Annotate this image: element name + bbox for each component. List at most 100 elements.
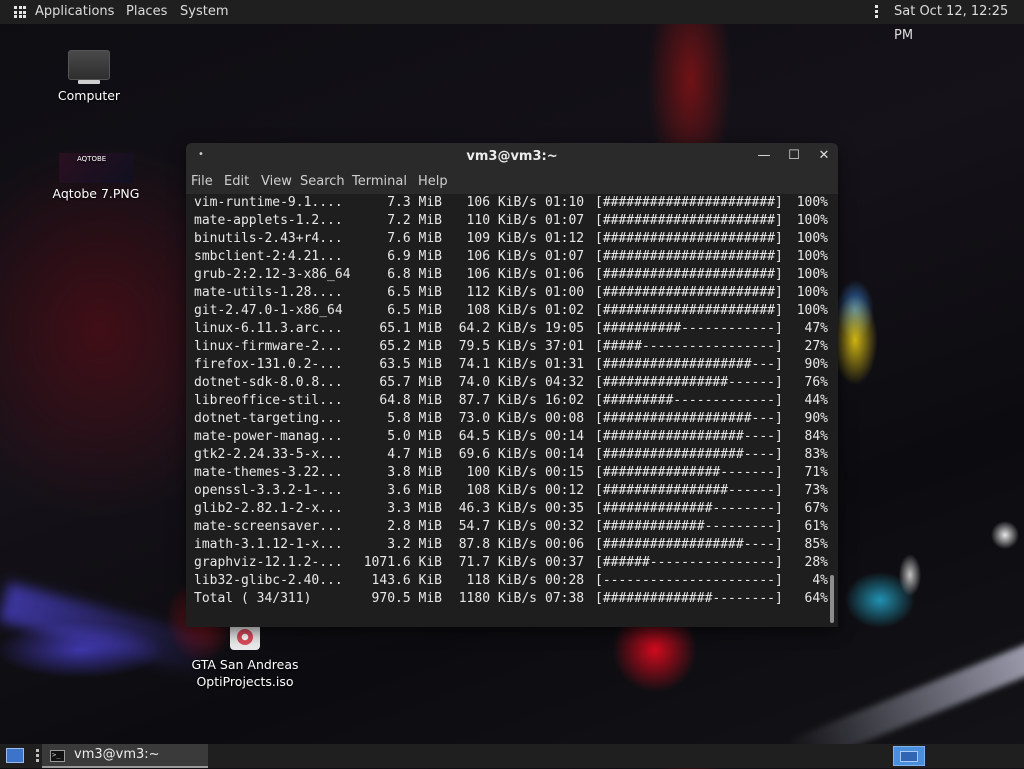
row-bar: [######################]	[595, 303, 783, 318]
row-bar: [######################]	[595, 267, 783, 282]
row-time: 00:37	[545, 555, 585, 570]
download-row: grub-2:2.12-3-x86_64 6.8 MiB 106 KiB/s 01:0…	[194, 266, 828, 284]
taskbar-terminal-button[interactable]: >_ vm3@vm3:~	[42, 744, 208, 768]
row-size: 6.5 MiB	[387, 285, 442, 300]
download-row: linux-firmware-2... 65.2 MiB 79.5 KiB/s 37:…	[194, 338, 828, 356]
row-pct: 100%	[796, 213, 828, 228]
window-title: vm3@vm3:~	[466, 149, 558, 164]
row-rate: 1180 KiB/s	[458, 591, 537, 606]
row-rate: 110 KiB/s	[466, 213, 537, 228]
row-bar: [##############--------]	[595, 501, 783, 516]
row-name: lib32-glibc-2.40...	[194, 573, 343, 588]
menu-file[interactable]: File	[191, 170, 213, 194]
row-name: linux-firmware-2...	[194, 339, 343, 354]
show-desktop-icon[interactable]	[6, 748, 24, 763]
clock[interactable]: Sat Oct 12, 12:25 PM	[894, 0, 1024, 43]
row-bar: [######################]	[595, 231, 783, 246]
desktop-icon-gta-iso[interactable]: GTA San Andreas OptiProjects.iso	[184, 624, 306, 690]
row-size: 3.3 MiB	[387, 501, 442, 516]
terminal-window[interactable]: • vm3@vm3:~ — ☐ ✕ File Edit View Search …	[186, 143, 838, 627]
row-size: 63.5 MiB	[379, 357, 442, 372]
row-pct: 44%	[804, 393, 828, 408]
row-name: mate-utils-1.28....	[194, 285, 343, 300]
row-pct: 47%	[804, 321, 828, 336]
minimize-button[interactable]: —	[756, 148, 772, 164]
terminal-output[interactable]: vim-runtime-9.1.... 7.3 MiB 106 KiB/s 01:10…	[194, 194, 828, 624]
download-row: dotnet-sdk-8.0.8... 65.7 MiB 74.0 KiB/s 04:…	[194, 374, 828, 392]
row-size: 3.2 MiB	[387, 537, 442, 552]
row-pct: 71%	[804, 465, 828, 480]
row-pct: 100%	[796, 195, 828, 210]
row-rate: 73.0 KiB/s	[458, 411, 537, 426]
panel-handle-icon[interactable]	[36, 749, 39, 763]
row-rate: 106 KiB/s	[466, 267, 537, 282]
download-row: smbclient-2:4.21... 6.9 MiB 106 KiB/s 01:07…	[194, 248, 828, 266]
row-bar: [###################---]	[595, 357, 783, 372]
row-pct: 4%	[812, 573, 828, 588]
row-pct: 90%	[804, 411, 828, 426]
desktop-icon-label-line2: OptiProjects.iso	[196, 674, 294, 689]
menu-help[interactable]: Help	[418, 170, 448, 194]
terminal-scrollbar[interactable]	[830, 575, 834, 623]
download-row: openssl-3.3.2-1-... 3.6 MiB 108 KiB/s 00:12…	[194, 482, 828, 500]
row-rate: 108 KiB/s	[466, 303, 537, 318]
row-name: mate-themes-3.22...	[194, 465, 343, 480]
menu-terminal[interactable]: Terminal	[352, 170, 407, 194]
row-name: git-2.47.0-1-x86_64	[194, 303, 343, 318]
row-pct: 100%	[796, 303, 828, 318]
menu-view[interactable]: View	[261, 170, 292, 194]
row-size: 5.0 MiB	[387, 429, 442, 444]
applications-menu[interactable]: Applications	[35, 0, 114, 24]
download-row: glib2-2.82.1-2-x... 3.3 MiB 46.3 KiB/s 00:3…	[194, 500, 828, 518]
places-menu[interactable]: Places	[126, 0, 167, 24]
row-name: graphviz-12.1.2-...	[194, 555, 343, 570]
row-time: 07:38	[545, 591, 585, 606]
top-panel: Applications Places System Sat Oct 12, 1…	[0, 0, 1024, 43]
row-size: 65.7 MiB	[379, 375, 442, 390]
terminal-titlebar[interactable]: • vm3@vm3:~ — ☐ ✕	[186, 143, 838, 170]
row-name: mate-power-manag...	[194, 429, 343, 444]
row-rate: 79.5 KiB/s	[458, 339, 537, 354]
row-bar: [##########------------]	[595, 321, 783, 336]
download-row: gtk2-2.24.33-5-x... 4.7 MiB 69.6 KiB/s 00:1…	[194, 446, 828, 464]
row-size: 2.8 MiB	[387, 519, 442, 534]
row-name: vim-runtime-9.1....	[194, 195, 343, 210]
row-time: 00:35	[545, 501, 585, 516]
row-bar: [#####-----------------]	[595, 339, 783, 354]
row-size: 970.5 MiB	[371, 591, 442, 606]
row-size: 1071.6 KiB	[363, 555, 442, 570]
row-time: 19:05	[545, 321, 585, 336]
row-size: 7.6 MiB	[387, 231, 442, 246]
kebab-icon[interactable]	[875, 5, 879, 19]
row-name: grub-2:2.12-3-x86_64	[194, 267, 351, 282]
row-rate: 87.7 KiB/s	[458, 393, 537, 408]
row-time: 01:07	[545, 249, 585, 264]
row-size: 65.2 MiB	[379, 339, 442, 354]
row-time: 00:28	[545, 573, 585, 588]
menu-search[interactable]: Search	[300, 170, 345, 194]
workspace-switcher-icon[interactable]	[893, 746, 925, 766]
desktop-icon-computer[interactable]: Computer	[48, 50, 130, 104]
row-rate: 64.5 KiB/s	[458, 429, 537, 444]
row-pct: 83%	[804, 447, 828, 462]
row-rate: 100 KiB/s	[466, 465, 537, 480]
desktop-icon-label: Aqtobe 7.PNG	[52, 186, 140, 201]
row-rate: 112 KiB/s	[466, 285, 537, 300]
row-name: libreoffice-stil...	[194, 393, 343, 408]
row-pct: 64%	[804, 591, 828, 606]
download-row: imath-3.1.12-1-x... 3.2 MiB 87.8 KiB/s 00:0…	[194, 536, 828, 554]
download-row: mate-applets-1.2... 7.2 MiB 110 KiB/s 01:07…	[194, 212, 828, 230]
close-button[interactable]: ✕	[816, 148, 832, 164]
disc-image-icon	[230, 624, 260, 650]
row-pct: 100%	[796, 285, 828, 300]
row-size: 65.1 MiB	[379, 321, 442, 336]
grid-icon[interactable]	[14, 6, 26, 18]
desktop-icon-aqtobe-image[interactable]: AQTOBE Aqtobe 7.PNG	[46, 153, 146, 202]
row-bar: [###############-------]	[595, 465, 783, 480]
row-pct: 67%	[804, 501, 828, 516]
row-bar: [######################]	[595, 195, 783, 210]
maximize-button[interactable]: ☐	[786, 148, 802, 164]
system-menu[interactable]: System	[180, 0, 228, 24]
row-name: Total ( 34/311)	[194, 591, 312, 606]
menu-edit[interactable]: Edit	[224, 170, 249, 194]
